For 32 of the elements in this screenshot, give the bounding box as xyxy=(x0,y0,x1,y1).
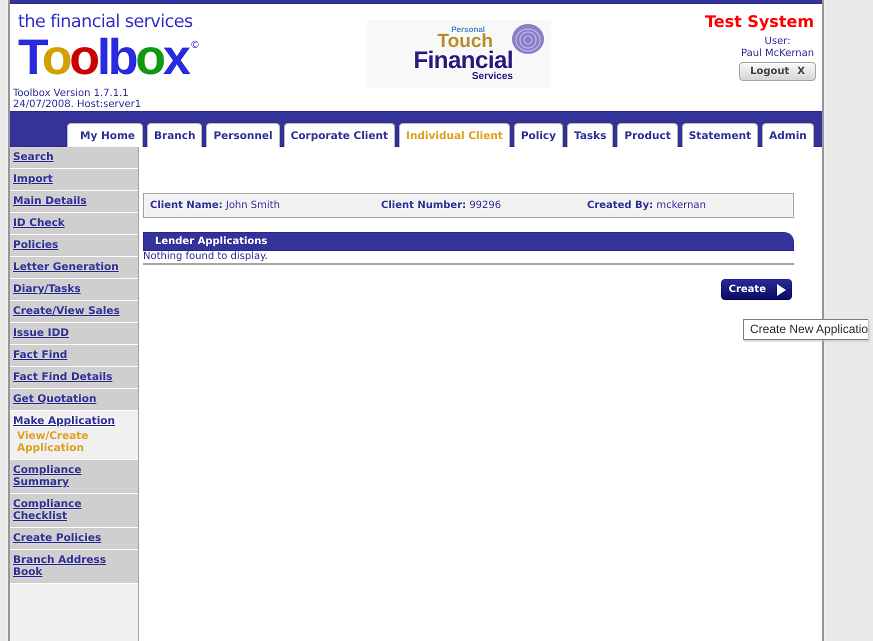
tooltip: Create New Applicatio xyxy=(743,319,868,340)
logout-button[interactable]: Logout X xyxy=(739,62,816,81)
fingerprint-icon xyxy=(510,22,546,56)
nav-tab[interactable]: Product xyxy=(617,123,678,147)
copyright-mark: © xyxy=(190,40,200,51)
empty-message: Nothing found to display. xyxy=(143,251,794,265)
user-label: User: xyxy=(764,36,791,48)
logo-tagline: the financial services xyxy=(18,12,193,32)
nav-tab[interactable]: Tasks xyxy=(567,123,614,147)
nav-tab[interactable]: Personnel xyxy=(206,123,280,147)
nav-tab[interactable]: Policy xyxy=(514,123,564,147)
toolbox-logo: Toolbox xyxy=(18,32,188,82)
nav-tab[interactable]: Branch xyxy=(147,123,202,147)
sidebar-link[interactable]: Search xyxy=(13,151,54,163)
nav-tab[interactable]: Corporate Client xyxy=(284,123,396,147)
nav-tab[interactable]: Admin xyxy=(762,123,814,147)
create-button[interactable]: Create xyxy=(720,279,792,300)
nav-tab[interactable]: Statement xyxy=(682,123,758,147)
sidebar-link[interactable]: Import xyxy=(13,173,53,185)
sidebar-link[interactable]: Policies xyxy=(13,239,58,251)
partner-logo: Personal Touch Financial Services xyxy=(367,20,551,88)
client-field: Client Name: John Smith xyxy=(150,200,381,211)
nav-tab[interactable]: My Home xyxy=(67,123,144,147)
client-field: Created By: mckernan xyxy=(587,200,706,211)
sidebar-link[interactable]: Make Application xyxy=(13,415,115,427)
date-host-text: 24/07/2008. Host:server1 xyxy=(13,99,142,110)
play-icon xyxy=(776,284,786,296)
panel-header: Lender Applications xyxy=(143,232,794,251)
client-field: Client Number: 99296 xyxy=(381,200,587,211)
system-name: Test System xyxy=(704,12,814,31)
version-text: Toolbox Version 1.7.1.1 xyxy=(13,88,130,99)
user-name: Paul McKernan xyxy=(741,48,814,60)
